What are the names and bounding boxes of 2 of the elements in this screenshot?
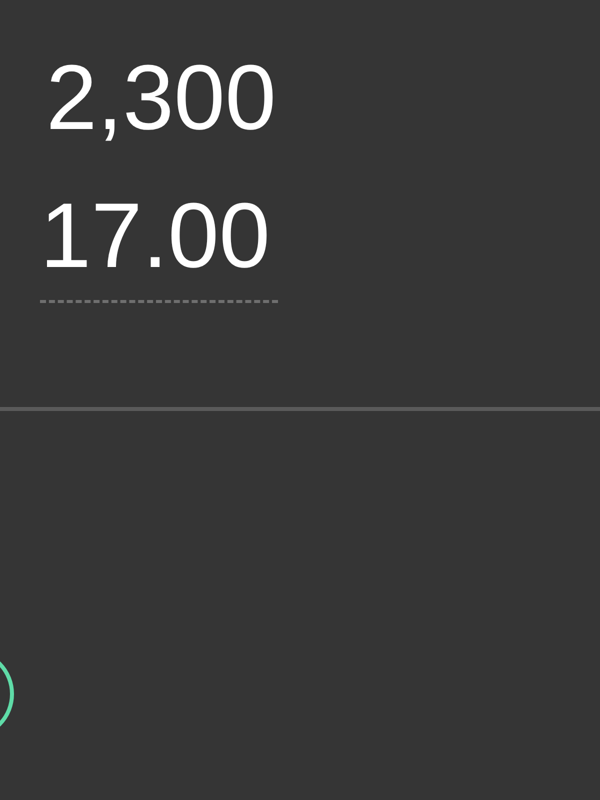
amount-text: 2,300 <box>46 52 276 144</box>
value-field[interactable]: 17.00 <box>40 190 278 303</box>
